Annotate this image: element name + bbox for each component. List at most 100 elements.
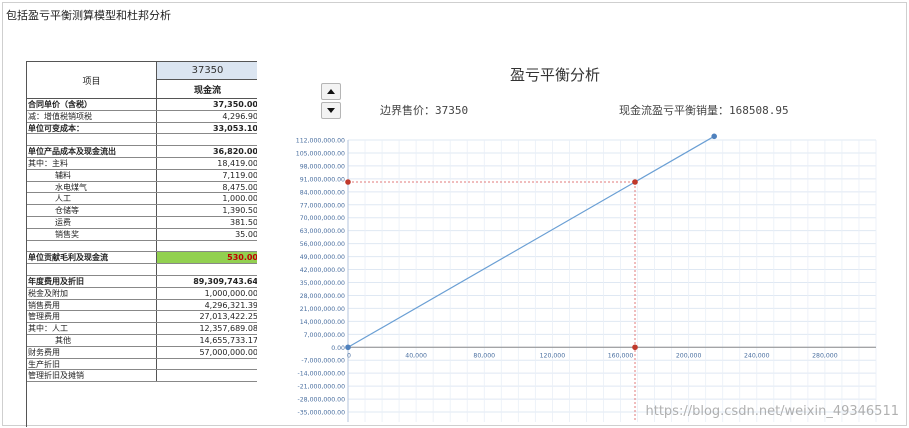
y-tick-label: 77,000,000.00	[300, 202, 345, 209]
row-label: 单位产品成本及现金流出	[27, 146, 157, 157]
row-value: 1,390.50	[222, 206, 257, 216]
row-value	[157, 370, 257, 381]
row-value: 7,119.00	[222, 170, 257, 180]
table-row: 人工 1,000.00	[27, 193, 257, 206]
row-label: 其他	[27, 334, 157, 346]
price-stepper[interactable]	[321, 83, 341, 121]
row-label: 税金及附加	[27, 287, 157, 299]
row-value: 4,296,321.39	[204, 300, 257, 310]
breakeven-price-label: 边界售价：37350	[380, 104, 469, 117]
row-value: 1,000.00	[222, 194, 257, 204]
row-label: 辅料	[27, 169, 157, 181]
row-label	[27, 264, 157, 275]
table-row: 管理费用 27,013,422.25	[27, 311, 257, 324]
table-row	[27, 264, 257, 276]
table-row: 辅料 7,119.00	[27, 169, 257, 182]
table-row: 年度费用及折旧 89,309,743.64	[27, 275, 257, 288]
data-point	[345, 344, 351, 351]
table-row: 管理折旧及摊销	[27, 370, 257, 383]
price-input-cell[interactable]: 37350	[157, 62, 257, 80]
table-row: 其中：人工 12,357,689.08	[27, 323, 257, 335]
row-value	[157, 264, 257, 275]
cashflow-breakeven-label: 现金流盈亏平衡销量：168508.95	[619, 104, 789, 117]
row-label: 合同单价（含税）	[27, 99, 157, 110]
row-value	[157, 134, 257, 145]
y-tick-label: 28,000,000.00	[300, 293, 345, 300]
y-tick-label: 14,000,000.00	[300, 319, 345, 326]
row-value: 36,820.00	[212, 147, 257, 157]
row-value: 18,419.00	[217, 158, 257, 168]
data-point	[345, 179, 351, 185]
y-tick-label: 112,000,000.00	[296, 138, 345, 145]
row-value: 8,475.00	[222, 182, 257, 192]
table-row: 合同单价（含税） 37,350.00	[27, 99, 257, 111]
row-value: 12,357,689.08	[199, 324, 257, 334]
y-tick-label: 49,000,000.00	[300, 254, 345, 261]
table-row: 税金及附加 1,000,000.00	[27, 287, 257, 300]
column-header-cashflow: 现金流	[157, 80, 257, 99]
row-label: 其中：人工	[27, 323, 157, 334]
row-value: 14,655,733.17	[199, 335, 257, 345]
y-tick-label: 35,000,000.00	[300, 280, 345, 287]
x-tick-label: 280,000	[812, 352, 838, 359]
x-tick-label: 160,000	[608, 352, 634, 359]
x-tick-label: 80,000	[473, 352, 495, 359]
row-label	[27, 240, 157, 252]
table-row: 单位贡献毛利及现金流 530.00	[27, 252, 257, 265]
row-label	[27, 134, 157, 146]
y-tick-label: 70,000,000.00	[300, 215, 345, 222]
increase-button[interactable]	[321, 83, 341, 100]
row-label: 水电煤气	[27, 181, 157, 193]
table-row: 销售奖 35.00	[27, 228, 257, 241]
y-tick-label: -7,000,000.00	[301, 358, 345, 365]
table-row: 其中：主料 18,419.00	[27, 157, 257, 170]
column-header-item: 项目	[27, 62, 157, 99]
table-row	[27, 240, 257, 253]
table-row: 单位产品成本及现金流出 36,820.00	[27, 146, 257, 158]
row-label: 其中：主料	[27, 157, 157, 169]
row-label: 销售费用	[27, 299, 157, 311]
row-value: 1,000,000.00	[204, 288, 257, 298]
table-row: 其他 14,655,733.17	[27, 334, 257, 347]
y-tick-label: 56,000,000.00	[300, 241, 345, 248]
row-value	[157, 359, 257, 370]
y-tick-label: 105,000,000.00	[296, 150, 345, 157]
table-row: 单位可变成本： 33,053.10	[27, 122, 257, 135]
table-row	[27, 134, 257, 147]
y-tick-label: 84,000,000.00	[300, 189, 345, 196]
x-tick-label: 200,000	[676, 352, 702, 359]
y-tick-label: 63,000,000.00	[300, 228, 345, 235]
y-tick-label: -28,000,000.00	[298, 397, 346, 404]
row-value: 35.00	[235, 229, 257, 239]
data-point	[632, 179, 638, 185]
table-row: 减：增值税销项税 4,296.90	[27, 110, 257, 123]
x-tick-label: 120,000	[540, 352, 566, 359]
row-value: 530.00	[157, 252, 257, 264]
chart-title: 盈亏平衡分析	[509, 66, 600, 84]
row-value: 4,296.90	[222, 111, 257, 121]
table-row: 运费 381.50	[27, 216, 257, 229]
decrease-button[interactable]	[321, 102, 341, 119]
row-label: 年度费用及折旧	[27, 275, 157, 287]
row-label: 仓储等	[27, 205, 157, 216]
x-tick-label: 40,000	[405, 352, 427, 359]
row-label: 人工	[27, 193, 157, 205]
y-tick-label: -21,000,000.00	[298, 384, 346, 391]
row-value	[157, 241, 257, 252]
y-tick-label: -14,000,000.00	[298, 371, 346, 378]
y-tick-label: 0.00	[331, 345, 345, 352]
row-label: 运费	[27, 216, 157, 228]
x-tick-label: 0	[347, 352, 351, 359]
row-label: 管理费用	[27, 311, 157, 323]
row-value: 89,309,743.64	[193, 276, 257, 286]
table-row: 生产折旧	[27, 358, 257, 371]
row-value: 57,000,000.00	[199, 347, 257, 357]
breakeven-chart: 112,000,000.00 105,000,000.00 98,000,000.0…	[296, 133, 877, 422]
y-tick-label: 98,000,000.00	[300, 163, 345, 170]
row-label: 减：增值税销项税	[27, 110, 157, 122]
table-row: 财务费用 57,000,000.00	[27, 346, 257, 359]
y-tick-label: 21,000,000.00	[300, 306, 345, 313]
y-tick-label: 42,000,000.00	[300, 267, 345, 274]
y-tick-label: -35,000,000.00	[298, 410, 346, 417]
table-body: 合同单价（含税） 37,350.00 减：增值税销项税 4,296.90 单位可变成本：…	[27, 99, 257, 383]
